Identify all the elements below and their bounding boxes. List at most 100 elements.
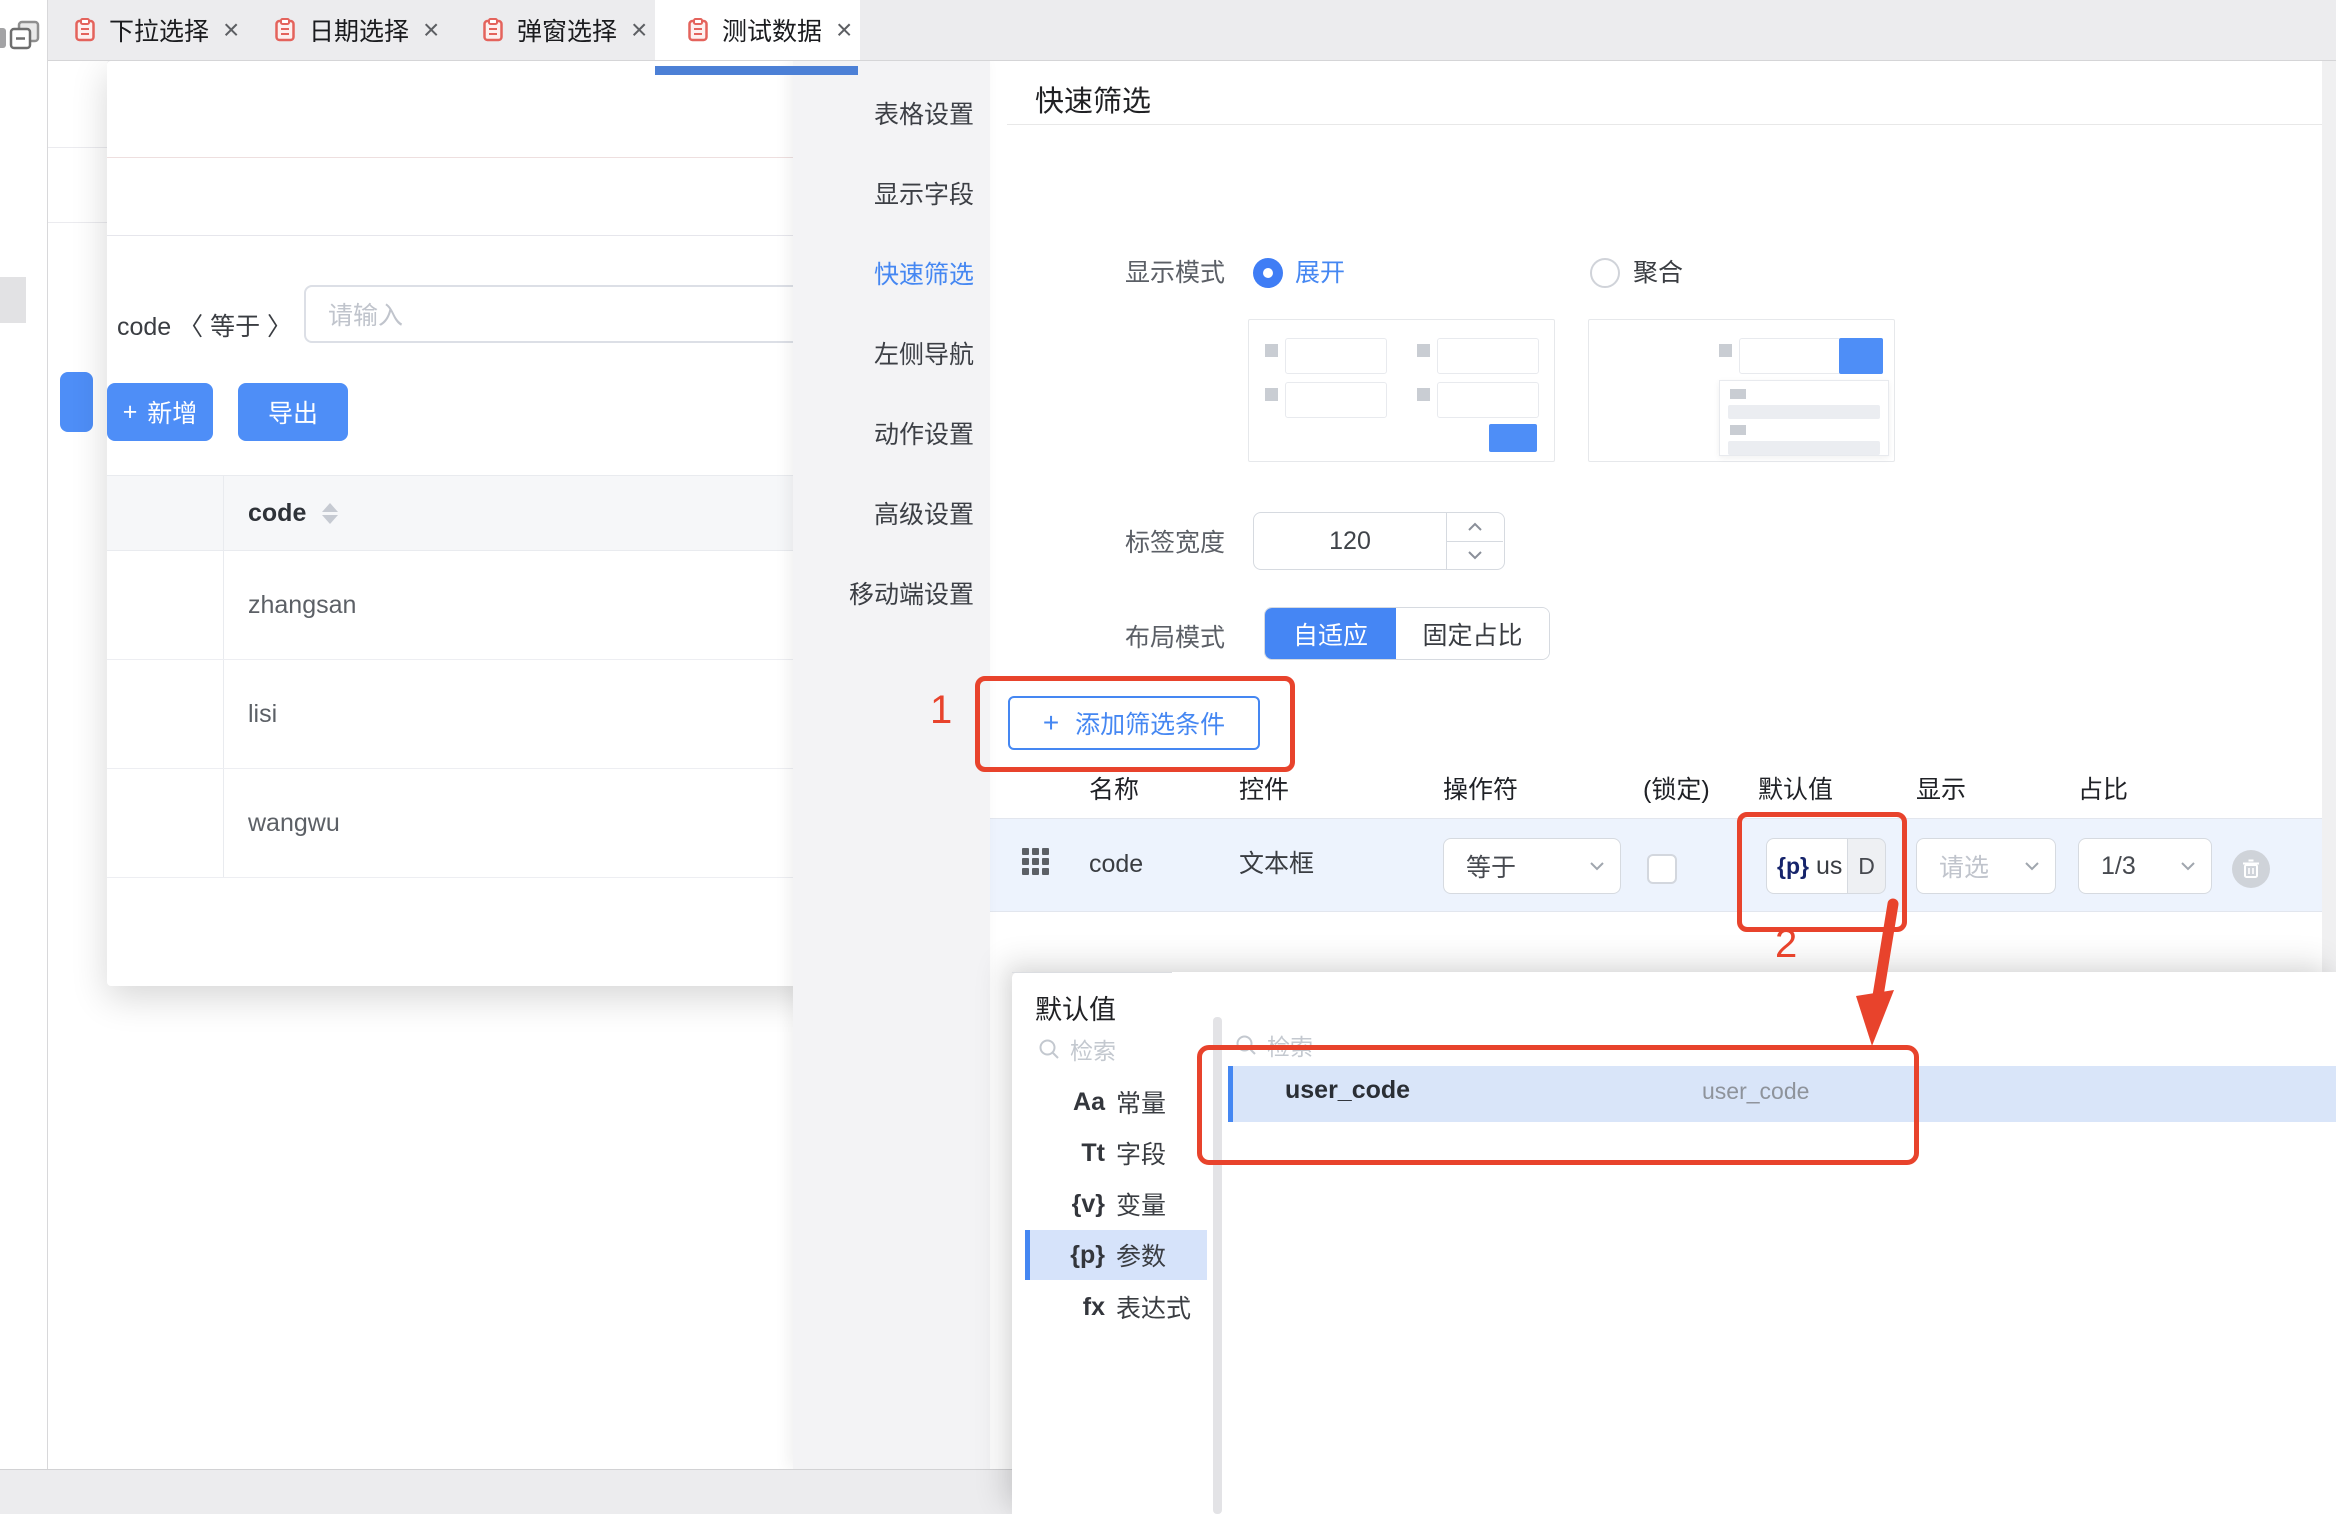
search-icon [1235, 1034, 1257, 1056]
search-placeholder: 检索 [1267, 1028, 1313, 1062]
tab-date-select[interactable]: 日期选择 × [275, 0, 439, 60]
chevron-down-icon [2181, 862, 2195, 871]
plus-icon: + [1043, 707, 1059, 739]
tab-modal-select[interactable]: 弹窗选择 × [483, 0, 647, 60]
dialog-row-line [107, 235, 880, 236]
label-width-stepper[interactable]: 120 [1253, 512, 1505, 570]
drag-handle[interactable] [1022, 848, 1049, 875]
category-field[interactable]: Tt 字段 [1025, 1128, 1207, 1178]
menu-item-table-settings[interactable]: 表格设置 [874, 97, 974, 133]
category-label: 常量 [1116, 1084, 1166, 1120]
category-variable[interactable]: {v} 变量 [1025, 1179, 1207, 1229]
add-record-button[interactable]: + 新增 [107, 383, 213, 441]
col-header-display: 显示 [1916, 770, 1966, 810]
stepper-down-icon[interactable] [1447, 542, 1503, 570]
menu-item-mobile-settings[interactable]: 移动端设置 [849, 577, 974, 613]
clipped-toolbar-icon [0, 28, 6, 48]
category-prefix: {p} [1025, 1241, 1105, 1270]
default-value-popup: 默认值 检索 Aa 常量 Tt 字段 {v} 变量 {p} 参数 fx [1012, 972, 2336, 1514]
settings-drawer-menu: 表格设置 显示字段 快速筛选 左侧导航 动作设置 高级设置 移动端设置 [793, 60, 990, 1469]
tab-label[interactable]: 日期选择 [309, 12, 409, 48]
aggregate-mode-preview [1588, 319, 1895, 462]
radio-expand-label[interactable]: 展开 [1295, 255, 1345, 291]
table-row[interactable]: 3 wangwu [107, 769, 880, 878]
chevron-down-icon [2025, 862, 2039, 871]
menu-item-display-fields[interactable]: 显示字段 [874, 177, 974, 213]
page-preview-dialog: code 〈 等于 〉 请输入 +新增 导出 # code 1 zhangsan [107, 60, 880, 986]
ratio-select[interactable]: 1/3 [2078, 838, 2212, 894]
export-label: 导出 [268, 394, 318, 430]
category-label: 参数 [1116, 1237, 1166, 1273]
menu-item-advanced-settings[interactable]: 高级设置 [874, 497, 974, 533]
delete-filter-button[interactable] [2232, 850, 2270, 888]
add-filter-condition-button[interactable]: + 添加筛选条件 [1008, 696, 1260, 750]
category-search-input[interactable]: 检索 [1038, 1032, 1116, 1066]
add-record-label: 新增 [147, 394, 197, 430]
layout-mode-label: 布局模式 [990, 620, 1225, 656]
radio-aggregate-label[interactable]: 聚合 [1633, 255, 1683, 291]
radio-expand[interactable] [1253, 258, 1283, 288]
canvas-row-line [48, 222, 107, 223]
tab-dropdown-select[interactable]: 下拉选择 × [75, 0, 239, 60]
expand-mode-preview [1248, 319, 1555, 462]
parameter-value: user_code [1702, 1078, 1809, 1105]
default-value-suffix[interactable]: D [1848, 838, 1886, 894]
page-doc-icon [483, 18, 503, 42]
export-button[interactable]: 导出 [238, 383, 348, 441]
menu-item-quick-filter[interactable]: 快速筛选 [874, 257, 974, 293]
lock-checkbox[interactable] [1647, 854, 1677, 884]
row-code-value: lisi [248, 700, 277, 729]
col-header-control: 控件 [1239, 770, 1289, 810]
ratio-value: 1/3 [2101, 852, 2136, 881]
category-expression[interactable]: fx 表达式 [1025, 1282, 1207, 1332]
table-row[interactable]: 2 lisi [107, 660, 880, 769]
tab-close-icon[interactable]: × [631, 16, 647, 44]
label-width-label: 标签宽度 [990, 525, 1225, 561]
operator-select[interactable]: 等于 [1443, 838, 1621, 894]
tab-close-icon[interactable]: × [423, 16, 439, 44]
item-search-input[interactable]: 检索 [1235, 1028, 1313, 1062]
table-row[interactable]: 1 zhangsan [107, 551, 880, 660]
row-code-value: wangwu [248, 809, 340, 838]
category-prefix: {v} [1025, 1190, 1105, 1219]
label-width-value[interactable]: 120 [1254, 513, 1446, 569]
page-doc-icon [275, 18, 295, 42]
segment-adaptive[interactable]: 自适应 [1265, 608, 1396, 659]
tab-label[interactable]: 弹窗选择 [517, 12, 617, 48]
param-badge: {p} [1777, 853, 1809, 880]
popup-scrollbar[interactable] [1213, 1017, 1222, 1514]
col-header-name: 名称 [1089, 770, 1139, 810]
tab-close-icon[interactable]: × [836, 16, 852, 44]
display-select[interactable]: 请选 [1916, 838, 2056, 894]
annotation-arrow-icon [1830, 890, 1920, 1055]
category-prefix: Tt [1025, 1139, 1105, 1168]
stepper-up-icon[interactable] [1447, 513, 1503, 542]
trash-icon [2242, 859, 2260, 879]
filter-control-cell: 文本框 [1239, 846, 1314, 882]
sort-icon[interactable] [322, 503, 338, 524]
filter-field-label: code 〈 等于 〉 [117, 307, 292, 343]
col-header-locked: (锁定) [1643, 770, 1710, 810]
filter-name-cell: code [1089, 846, 1143, 882]
plus-icon: + [123, 398, 138, 427]
bottom-status-strip [0, 1469, 1012, 1514]
add-filter-label: 添加筛选条件 [1075, 705, 1225, 741]
stepper-buttons [1446, 513, 1503, 569]
tab-label[interactable]: 测试数据 [722, 12, 822, 48]
category-constant[interactable]: Aa 常量 [1025, 1077, 1207, 1127]
menu-item-action-settings[interactable]: 动作设置 [874, 417, 974, 453]
active-tab-underline [655, 66, 858, 75]
search-icon [1038, 1038, 1060, 1060]
tab-test-data-active[interactable]: 测试数据 × [688, 0, 852, 60]
tab-close-icon[interactable]: × [223, 16, 239, 44]
menu-item-left-nav[interactable]: 左侧导航 [874, 337, 974, 373]
segment-fixed-ratio[interactable]: 固定占比 [1396, 608, 1549, 659]
default-value-input[interactable]: {p} us [1766, 838, 1848, 894]
parameter-name: user_code [1285, 1076, 1410, 1105]
restore-window-icon[interactable] [8, 20, 42, 52]
radio-aggregate[interactable] [1590, 258, 1620, 288]
operator-value: 等于 [1466, 848, 1516, 884]
category-parameter-active[interactable]: {p} 参数 [1025, 1230, 1207, 1280]
tab-label[interactable]: 下拉选择 [109, 12, 209, 48]
code-column-header[interactable]: code [224, 476, 880, 550]
